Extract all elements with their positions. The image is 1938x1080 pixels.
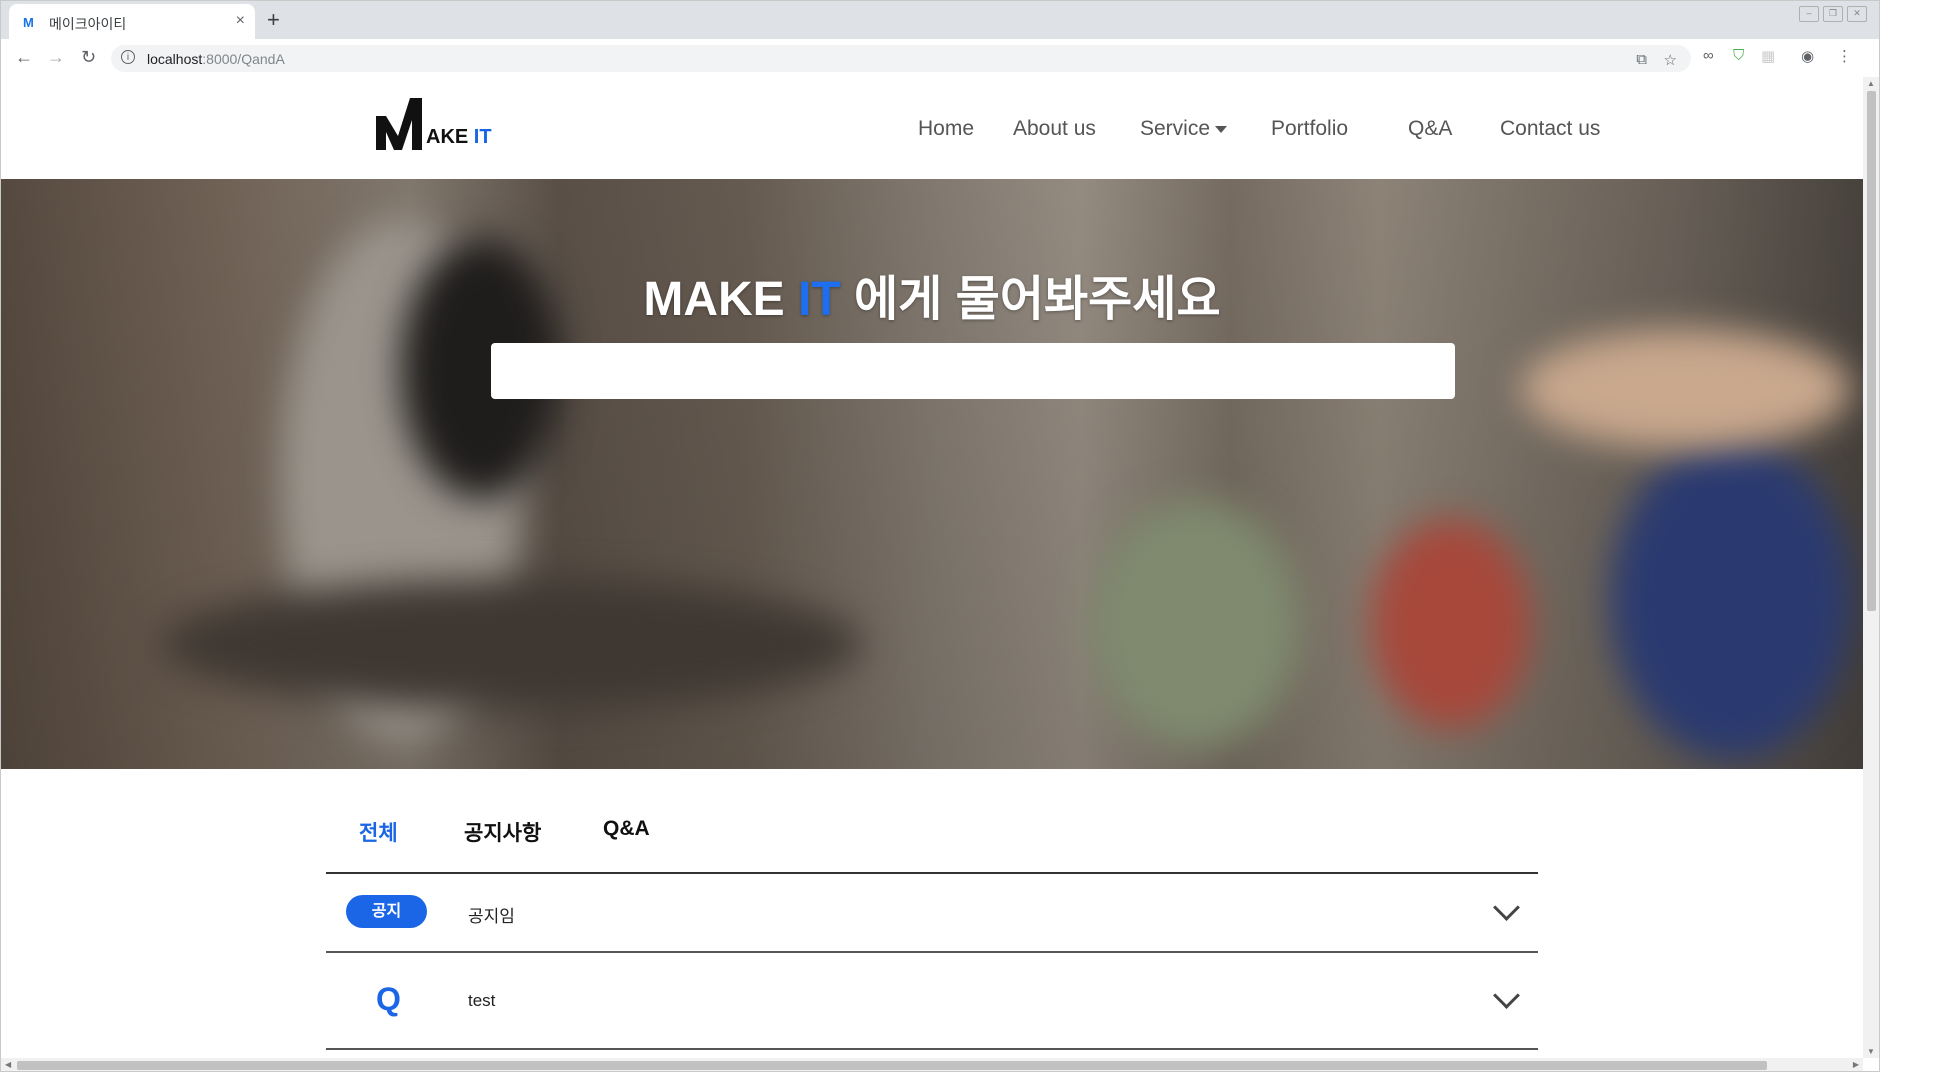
extension-grid-icon[interactable]: ▦ (1761, 47, 1775, 65)
favicon-icon: M (23, 15, 34, 30)
chevron-down-icon[interactable] (1493, 894, 1520, 921)
list-item-notice[interactable]: 공지 공지임 (326, 874, 1538, 953)
vertical-scroll-thumb[interactable] (1867, 91, 1876, 611)
scroll-right-icon[interactable]: ▶ (1853, 1060, 1859, 1069)
hero-photo-striped (1371, 519, 1531, 729)
page-viewport: AKE IT Home About us Service Portfolio Q… (1, 77, 1863, 1058)
nav-portfolio[interactable]: Portfolio (1271, 117, 1348, 141)
nav-service[interactable]: Service (1140, 117, 1228, 141)
logo-text-accent: IT (473, 126, 492, 148)
browser-tab[interactable]: M 메이크아이티 × (9, 4, 255, 39)
url-path: :8000/QandA (202, 51, 285, 67)
list-item-question[interactable]: Q test (326, 953, 1538, 1050)
new-tab-button[interactable]: + (267, 7, 280, 33)
tab-title: 메이크아이티 (49, 16, 127, 32)
list-item-title: 공지임 (468, 907, 515, 926)
hero-banner: MAKE IT 에게 물어봐주세요 (1, 179, 1863, 769)
caret-down-icon (1215, 126, 1228, 133)
hero-title: MAKE IT 에게 물어봐주세요 (1, 259, 1863, 329)
nav-contact-us[interactable]: Contact us (1500, 117, 1600, 141)
hero-photo-table (161, 579, 861, 709)
scroll-down-icon[interactable]: ▼ (1867, 1047, 1875, 1056)
close-tab-icon[interactable]: × (236, 12, 245, 30)
forward-icon[interactable]: → (47, 47, 65, 68)
question-mark-label: Q (376, 981, 401, 1017)
menu-kebab-icon[interactable]: ⋮ (1837, 47, 1852, 65)
tab-qna[interactable]: Q&A (603, 817, 650, 841)
nav-home[interactable]: Home (918, 117, 974, 141)
board-tab-bar: 전체 공지사항 Q&A (326, 817, 1538, 874)
tab-notice[interactable]: 공지사항 (464, 817, 541, 847)
hero-photo-shirt (1091, 499, 1301, 749)
search-input[interactable] (491, 343, 1455, 399)
notice-badge: 공지 (346, 895, 427, 928)
translate-icon[interactable]: ⧉ (1636, 51, 1647, 68)
horizontal-scroll-thumb[interactable] (17, 1061, 1767, 1070)
tab-all[interactable]: 전체 (359, 817, 398, 847)
vertical-scrollbar[interactable]: ▲ ▼ (1863, 77, 1879, 1058)
list-item-title: test (468, 991, 496, 1010)
address-bar[interactable]: i localhost:8000/QandA ⧉ ☆ (111, 45, 1691, 72)
extension-shield-icon[interactable]: ⛉ (1733, 47, 1744, 64)
close-window-button[interactable]: ✕ (1847, 6, 1867, 22)
tab-strip: M 메이크아이티 × + – ❐ ✕ (1, 1, 1879, 39)
chevron-down-icon[interactable] (1493, 982, 1520, 1009)
logo-text-main: AKE (426, 126, 469, 148)
logo-text: AKE IT (426, 126, 492, 149)
hero-title-prefix: MAKE (643, 273, 785, 326)
site-info-icon[interactable]: i (121, 50, 135, 64)
hero-photo-blue-shirt (1611, 439, 1851, 759)
nav-service-label: Service (1140, 117, 1211, 140)
hero-photo-shelf (1521, 329, 1851, 449)
extension-link-icon[interactable]: ∞ (1703, 47, 1714, 64)
nav-qna[interactable]: Q&A (1408, 117, 1452, 141)
maximize-button[interactable]: ❐ (1823, 6, 1843, 22)
hero-title-suffix: 에게 물어봐주세요 (854, 273, 1221, 326)
browser-toolbar: ← → ↻ i localhost:8000/QandA ⧉ ☆ ∞ ⛉ ▦ ◉… (1, 39, 1879, 78)
hero-title-accent: IT (798, 273, 841, 326)
horizontal-scrollbar[interactable]: ◀ ▶ (1, 1058, 1863, 1071)
back-icon[interactable]: ← (15, 47, 33, 68)
scroll-left-icon[interactable]: ◀ (5, 1060, 11, 1069)
minimize-button[interactable]: – (1799, 6, 1819, 22)
logo-m-icon (376, 98, 422, 150)
site-logo[interactable]: AKE IT (376, 98, 496, 153)
nav-about-us[interactable]: About us (1013, 117, 1096, 141)
bookmark-star-icon[interactable]: ☆ (1664, 51, 1677, 69)
url-text: localhost:8000/QandA (147, 51, 285, 67)
browser-window: M 메이크아이티 × + – ❐ ✕ ← → ↻ i localhost:800… (0, 0, 1880, 1072)
reload-icon[interactable]: ↻ (81, 47, 96, 68)
url-host: localhost (147, 51, 203, 67)
scroll-up-icon[interactable]: ▲ (1867, 79, 1875, 88)
profile-avatar-icon[interactable]: ◉ (1801, 47, 1814, 65)
site-header: AKE IT Home About us Service Portfolio Q… (1, 77, 1863, 179)
